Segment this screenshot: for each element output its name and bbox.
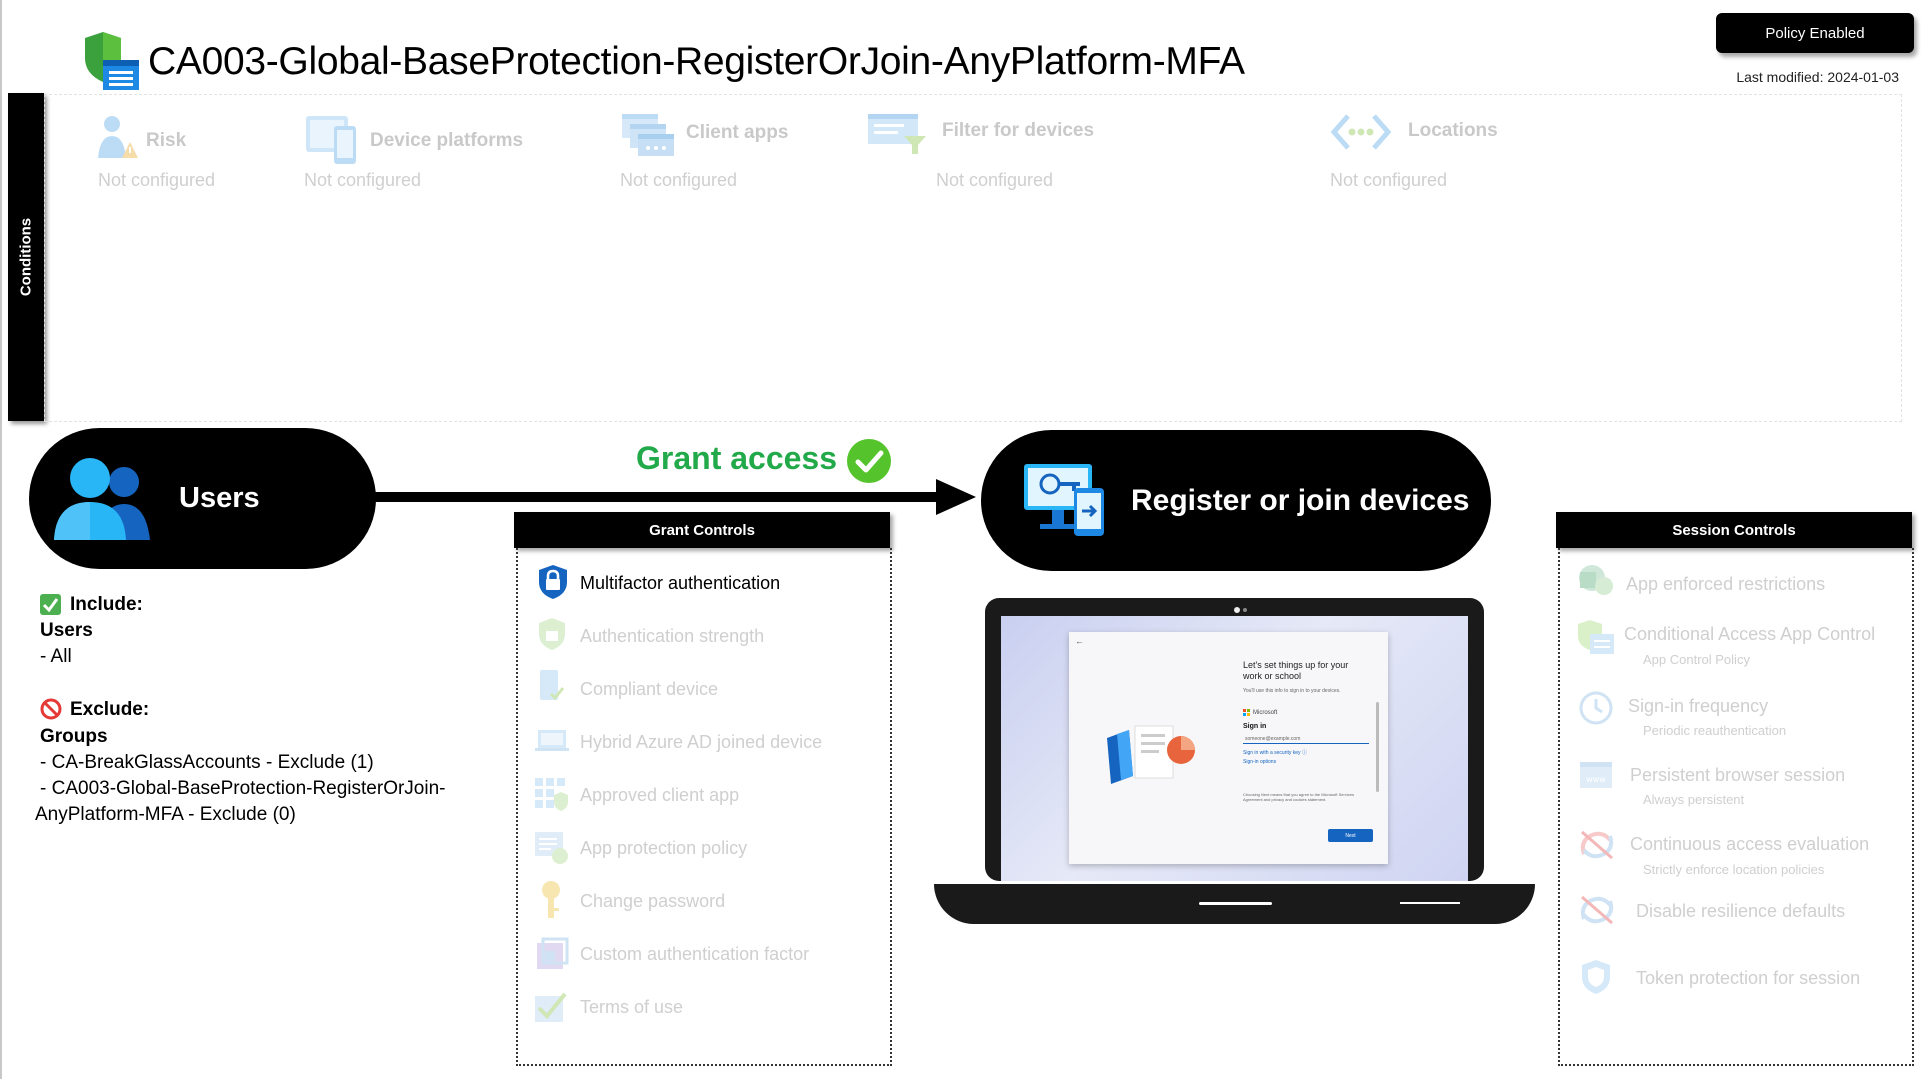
policy-icon: [81, 30, 141, 92]
conditions-tab-label: Conditions: [17, 217, 35, 297]
risk-user-icon: [98, 116, 138, 158]
session-item-signin-frequency-sub: Periodic reauthentication: [1643, 723, 1787, 738]
approved-app-icon: [535, 778, 568, 811]
dialog-heading-line2: work or school: [1243, 671, 1302, 681]
session-item-disable-resilience: Disable resilience defaults: [1636, 901, 1846, 921]
grant-item-approved-app: Approved client app: [580, 785, 740, 805]
auth-strength-icon: [539, 618, 565, 650]
session-item-continuous-eval: Continuous access evaluation: [1630, 834, 1870, 854]
exclude-prohibited-icon: [40, 698, 62, 720]
grant-item-hybrid-joined: Hybrid Azure AD joined device: [580, 732, 823, 752]
condition-risk-value: Not configured: [98, 170, 216, 190]
grant-item-change-password: Change password: [580, 891, 726, 911]
dialog-next-label: Next: [1345, 832, 1356, 839]
left-border: [0, 0, 2, 1079]
condition-risk-label: Risk: [146, 130, 187, 151]
page-title: CA003-Global-BaseProtection-RegisterOrJo…: [148, 40, 1245, 83]
compliant-device-icon: [540, 670, 565, 701]
register-devices-icon: [1024, 464, 1104, 536]
dialog-sign-in: Sign in: [1243, 723, 1267, 730]
sharepoint-icon: [1579, 565, 1613, 595]
target-label: Register or join devices: [1131, 484, 1470, 517]
condition-client-apps-label: Client apps: [686, 122, 789, 143]
condition-device-platforms-label: Device platforms: [370, 130, 524, 151]
client-apps-icon: [622, 114, 674, 156]
session-item-app-enforced: App enforced restrictions: [1626, 574, 1826, 594]
browser-www-icon: www: [1580, 762, 1612, 788]
include-item: - All: [40, 646, 72, 667]
grant-access-label: Grant access: [636, 440, 838, 476]
session-controls-header: Session Controls: [1556, 512, 1912, 548]
users-label: Users: [179, 482, 260, 514]
setup-dialog: ← Let's set things up for your work or s…: [1069, 632, 1388, 864]
session-item-persistent-browser-sub: Always persistent: [1643, 792, 1745, 807]
condition-filter-devices-label: Filter for devices: [942, 120, 1095, 141]
terms-of-use-icon: [535, 992, 567, 1022]
laptop-camera: [1234, 607, 1240, 613]
grant-item-custom-factor: Custom authentication factor: [580, 944, 810, 964]
key-icon: [542, 881, 560, 918]
dialog-security-key-link[interactable]: Sign in with a security key ⓘ: [1243, 749, 1307, 756]
policy-status-badge: Policy Enabled: [1716, 13, 1914, 53]
laptop-camera-dot: [1243, 608, 1247, 612]
include-check-icon: [40, 594, 61, 615]
condition-client-apps-value: Not configured: [620, 170, 738, 190]
grant-item-app-protection: App protection policy: [580, 838, 748, 858]
dialog-email-placeholder: someone@example.com: [1245, 736, 1301, 742]
condition-filter-devices-value: Not configured: [936, 170, 1054, 190]
condition-locations-value: Not configured: [1330, 170, 1448, 190]
dialog-options-link[interactable]: Sign-in options: [1243, 759, 1276, 765]
grant-item-compliant-device: Compliant device: [580, 679, 719, 699]
last-modified: Last modified: 2024-01-03: [1736, 69, 1899, 85]
laptop-touchpad-line: [1199, 902, 1272, 905]
app-protection-icon: [535, 832, 568, 864]
session-item-token-protection: Token protection for session: [1636, 968, 1861, 988]
dialog-next-button[interactable]: Next: [1328, 829, 1373, 842]
exclude-item-2-cont: AnyPlatform-MFA - Exclude (0): [35, 804, 296, 825]
exclude-title: Exclude:: [70, 699, 150, 720]
filter-devices-icon: [868, 114, 926, 154]
dialog-email-input[interactable]: someone@example.com: [1243, 735, 1369, 744]
exclude-item-2: - CA003-Global-BaseProtection-RegisterOr…: [40, 778, 446, 799]
microsoft-logo-icon: [1243, 709, 1250, 716]
device-platforms-icon: [306, 116, 356, 164]
grant-item-mfa: Multifactor authentication: [580, 573, 781, 593]
setup-illustration-icon: [1107, 725, 1195, 784]
session-item-app-control-sub: App Control Policy: [1643, 652, 1750, 667]
dialog-scrollbar[interactable]: [1376, 702, 1379, 792]
locations-icon: [1330, 114, 1392, 150]
conditions-tab: Conditions: [8, 93, 44, 421]
continuous-eval-icon: [1580, 830, 1614, 860]
dialog-brand: Microsoft: [1253, 710, 1278, 716]
include-group: Users: [40, 620, 93, 641]
dialog-legal-text: Choosing Next means that you agree to th…: [1243, 792, 1354, 802]
dialog-back-arrow[interactable]: ←: [1075, 636, 1084, 646]
exclude-item-1: - CA-BreakGlassAccounts - Exclude (1): [40, 752, 374, 773]
grant-item-terms-of-use: Terms of use: [580, 997, 684, 1017]
laptop-indicator-line: [1400, 902, 1460, 904]
dialog-heading-line1: Let's set things up for your: [1243, 660, 1349, 670]
clock-icon: [1579, 691, 1613, 725]
app-control-icon: [1578, 620, 1614, 654]
session-item-continuous-eval-sub: Strictly enforce location policies: [1643, 862, 1825, 877]
grant-item-auth-strength: Authentication strength: [580, 626, 765, 646]
custom-auth-icon: [537, 937, 569, 969]
dialog-subtext: You'll use this info to sign in to your …: [1243, 688, 1341, 694]
include-title: Include:: [70, 594, 143, 615]
condition-device-platforms-value: Not configured: [304, 170, 422, 190]
hybrid-device-icon: [535, 730, 569, 751]
grant-controls-header: Grant Controls: [514, 512, 890, 548]
exclude-group: Groups: [40, 726, 108, 747]
session-item-persistent-browser: Persistent browser session: [1630, 765, 1846, 785]
session-item-signin-frequency: Sign-in frequency: [1628, 696, 1769, 716]
resilience-icon: [1580, 895, 1614, 925]
token-shield-icon: [1582, 960, 1610, 994]
check-circle-icon: [847, 439, 891, 483]
mfa-lock-icon: [539, 565, 567, 599]
users-icon: [54, 458, 150, 540]
session-item-app-control: Conditional Access App Control: [1624, 624, 1876, 644]
condition-locations-label: Locations: [1408, 120, 1498, 141]
svg-text:www: www: [1586, 775, 1606, 784]
